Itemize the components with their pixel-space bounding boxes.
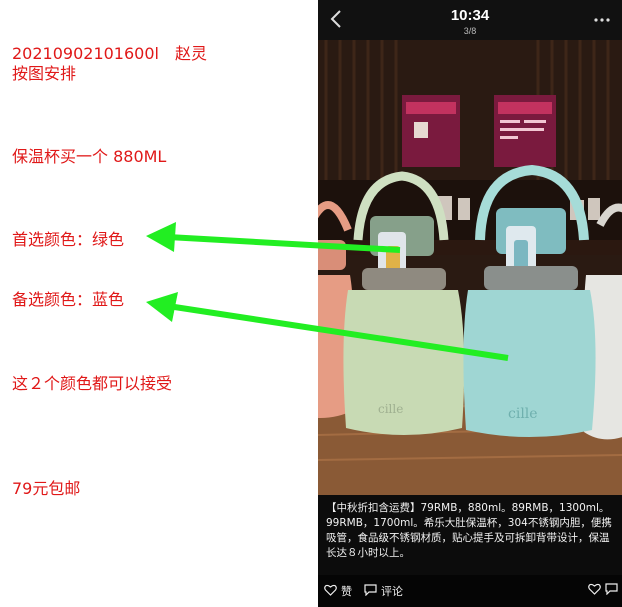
price-note: 79元包邮	[12, 479, 81, 498]
action-icons[interactable]	[588, 583, 618, 598]
more-dots-icon[interactable]	[594, 6, 610, 31]
blue-bottle: cille	[463, 164, 596, 437]
post-caption: 【中秋折扣含运费】79RMB，880ml。89RMB，1300ml。99RMB，…	[318, 495, 622, 575]
like-button[interactable]: 赞	[324, 583, 352, 599]
product-photo[interactable]: cille cille	[318, 40, 622, 495]
item-request: 保温杯买一个 880ML	[12, 147, 167, 166]
comment-label: 评论	[381, 585, 403, 598]
page-indicator: 3/8	[463, 26, 477, 36]
viewer-top-bar: 10:34 3/8	[318, 0, 622, 40]
order-note: 20210902101600l 赵灵 按图安排 保温杯买一个 880ML 首选颜…	[0, 0, 318, 607]
first-choice-color: 首选颜色：绿色	[12, 230, 125, 249]
second-choice-color: 备选颜色：蓝色	[12, 290, 125, 309]
heart-icon	[324, 584, 337, 599]
heart-icon[interactable]	[588, 583, 601, 598]
caption-text: 【中秋折扣含运费】79RMB，880ml。89RMB，1300ml。99RMB，…	[326, 502, 612, 559]
order-id-and-name: 20210902101600l 赵灵	[12, 44, 207, 63]
arrange-instruction: 按图安排	[12, 64, 77, 83]
image-viewer: 10:34 3/8 cille cille 【中秋折扣含运费】79RMB，880…	[318, 0, 622, 607]
blue-bottle-logo: cille	[508, 406, 538, 422]
green-bottle-logo: cille	[378, 402, 403, 416]
like-label: 赞	[341, 585, 352, 598]
clock-time: 10:34	[450, 7, 490, 24]
viewer-bottom-bar: 赞 评论	[318, 575, 622, 607]
both-colors-acceptable: 这２个颜色都可以接受	[12, 374, 173, 393]
chat-icon[interactable]	[605, 583, 618, 598]
comment-button[interactable]: 评论	[364, 583, 403, 599]
comment-icon	[364, 583, 377, 599]
